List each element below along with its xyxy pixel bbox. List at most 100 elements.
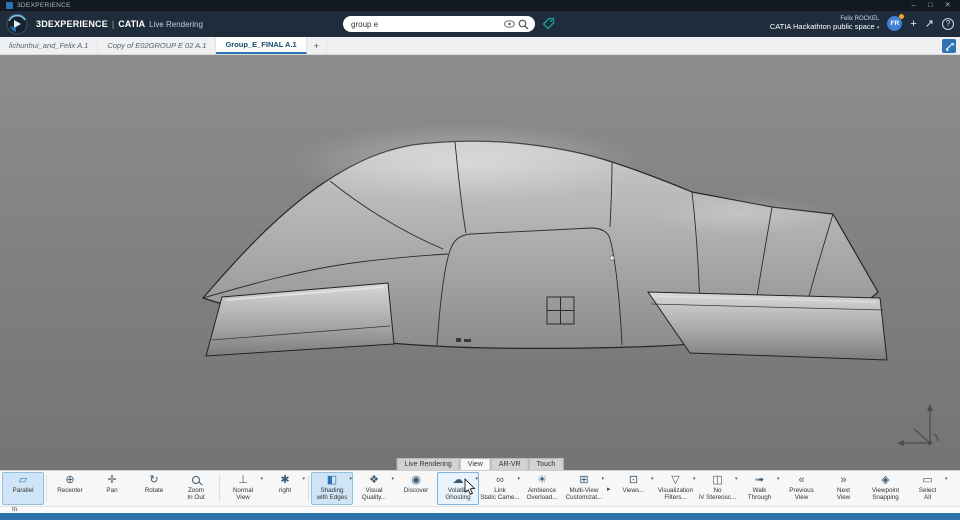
- brand: 3DEXPERIENCE | CATIA Live Rendering: [36, 19, 203, 29]
- share-button[interactable]: ↗: [925, 17, 934, 30]
- avatar-initials: FR: [890, 20, 900, 28]
- multi-view-icon: ⊞: [579, 474, 589, 486]
- workspace-label: CATIA Hackathton public space: [769, 22, 875, 32]
- ghosting-icon: ☁: [452, 474, 464, 486]
- tool-recenter[interactable]: ⊕ Recenter: [49, 472, 91, 505]
- search-icon[interactable]: [518, 19, 529, 30]
- tab-label: Copy of E02GROUP E 02 A.1: [107, 41, 207, 50]
- minimize-button[interactable]: –: [905, 0, 922, 11]
- 3d-scene[interactable]: [0, 55, 960, 470]
- tab-label: AR-VR: [498, 461, 521, 468]
- tool-previous-view[interactable]: « Previous View: [781, 472, 823, 505]
- tab-touch[interactable]: Touch: [528, 458, 564, 470]
- search-input[interactable]: [349, 18, 501, 30]
- tool-next-view[interactable]: » Next View: [823, 472, 865, 505]
- tool-label: No iV Stereosc...: [698, 487, 737, 501]
- tool-shading-with-edges[interactable]: ▾ ◧ Shading with Edges: [311, 472, 353, 505]
- tool-label: Views...: [622, 487, 645, 494]
- chevron-down-icon: ▾: [693, 476, 696, 482]
- door-point-marker[interactable]: [609, 255, 615, 261]
- tool-viewpoint-snapping[interactable]: ◈ Viewpoint Snapping: [865, 472, 907, 505]
- partial-tool-label: In: [12, 507, 18, 513]
- tab-label: lichunhui_and_Felix A.1: [9, 41, 89, 50]
- sill-detail: [464, 339, 471, 342]
- chevron-down-icon: ▾: [391, 476, 394, 482]
- tool-visual-quality[interactable]: ▾ ❖ Visual Quality...: [353, 472, 395, 505]
- help-button[interactable]: ?: [942, 17, 954, 30]
- tool-walk-through[interactable]: ▾ ➟ Walk Through: [739, 472, 781, 505]
- tool-label: Recenter: [57, 487, 83, 494]
- tab-ar-vr[interactable]: AR-VR: [490, 458, 529, 470]
- tool-link-static-camera[interactable]: ▾ ∞ Link Static Came...: [479, 472, 521, 505]
- toolbar-separator: [219, 475, 220, 502]
- eye-icon[interactable]: [504, 20, 515, 28]
- tool-label: Ambience Overload...: [526, 487, 558, 501]
- tool-label: right: [278, 487, 292, 494]
- tool-visualization-filters[interactable]: ▾ ▽ Visualization Filters...: [655, 472, 697, 505]
- tool-views[interactable]: ▾ ⊡ Views...: [613, 472, 655, 505]
- tool-label: Parallel: [12, 487, 34, 494]
- status-strip: [0, 513, 960, 520]
- close-button[interactable]: ✕: [939, 0, 956, 11]
- tab-group-e-final[interactable]: Group_E_FINAL A.1: [216, 37, 307, 54]
- chevron-down-icon: ▾: [475, 476, 478, 482]
- tab-live-rendering[interactable]: Live Rendering: [396, 458, 460, 470]
- chevron-down-icon: ▾: [349, 476, 352, 482]
- avatar[interactable]: FR: [887, 14, 905, 32]
- tool-normal-view[interactable]: ▾ ⊥ Normal View: [222, 472, 264, 505]
- next-icon: »: [840, 474, 847, 486]
- expand-viewport-button[interactable]: [942, 39, 956, 53]
- chevron-down-icon: ▾: [876, 25, 880, 32]
- tool-pan[interactable]: ✛ Pan: [91, 472, 133, 505]
- tool-label: Viewpoint Snapping: [871, 487, 900, 501]
- walk-icon: ➟: [754, 474, 765, 486]
- chevron-down-icon: ▾: [601, 476, 604, 482]
- tool-zoom-in-out[interactable]: Zoom In Out: [175, 472, 217, 505]
- tool-volatile-ghosting[interactable]: ▾ ☁ Volatile Ghosting: [437, 472, 479, 505]
- tool-label: Volatile Ghosting: [445, 487, 471, 501]
- tool-label: Normal View: [232, 487, 254, 501]
- tab-label: View: [467, 461, 483, 468]
- chevron-down-icon: ▾: [260, 476, 263, 482]
- tool-rotate[interactable]: ↻ Rotate: [133, 472, 175, 505]
- tool-label: Previous View: [789, 487, 814, 501]
- toolbar-overflow-chevron[interactable]: ▸: [605, 485, 613, 493]
- maximize-button[interactable]: □: [922, 0, 939, 11]
- window-controls: – □ ✕: [905, 0, 956, 11]
- tab-label: Touch: [536, 461, 556, 468]
- document-tabbar: lichunhui_and_Felix A.1 Copy of E02GROUP…: [0, 37, 960, 55]
- chevron-down-icon: ▾: [735, 476, 738, 482]
- tab-label: Group_E_FINAL A.1: [225, 40, 297, 49]
- chevron-down-icon: ▾: [777, 476, 780, 482]
- tool-view-right[interactable]: ▾ ✱ right: [264, 472, 306, 505]
- app-header: 3DEXPERIENCE | CATIA Live Rendering Feli…: [0, 11, 960, 37]
- tool-multi-view-customization[interactable]: ▾ ⊞ Multi-View Customizat...: [563, 472, 605, 505]
- new-tab-button[interactable]: +: [307, 37, 327, 54]
- snapping-icon: ◈: [881, 474, 890, 486]
- tool-select-all[interactable]: ▾ ▭ Select All: [907, 472, 949, 505]
- brand-divider: |: [111, 19, 115, 29]
- tool-label: Walk Through: [747, 487, 772, 501]
- tool-no-iv-stereoscopy[interactable]: ▾ ◫ No iV Stereosc...: [697, 472, 739, 505]
- tool-parallel[interactable]: ▱ Parallel: [2, 472, 44, 505]
- tab-view[interactable]: View: [459, 458, 491, 470]
- window-titlebar: 3DEXPERIENCE – □ ✕: [0, 0, 960, 11]
- tool-label: Link Static Came...: [480, 487, 520, 501]
- view-star-icon: ✱: [280, 474, 290, 486]
- tag-icon[interactable]: [542, 17, 555, 30]
- chevron-down-icon: ▾: [651, 476, 654, 482]
- tool-ambience-overload[interactable]: ☀ Ambience Overload...: [521, 472, 563, 505]
- tool-discover[interactable]: ◉ Discover: [395, 472, 437, 505]
- compass-icon[interactable]: [6, 13, 28, 35]
- search-bar[interactable]: [343, 16, 535, 32]
- tool-label: Visualization Filters...: [657, 487, 694, 501]
- tab-copy-of-e02group[interactable]: Copy of E02GROUP E 02 A.1: [98, 37, 217, 54]
- workspace-selector[interactable]: CATIA Hackathton public space ▾: [769, 22, 880, 32]
- tab-lichunhui-and-felix[interactable]: lichunhui_and_Felix A.1: [0, 37, 99, 54]
- 3d-viewport[interactable]: Live Rendering View AR-VR Touch: [0, 55, 960, 470]
- stereo-icon: ◫: [712, 474, 723, 486]
- chevron-down-icon: ▾: [945, 476, 948, 482]
- link-camera-icon: ∞: [496, 474, 504, 486]
- tab-label: Live Rendering: [404, 461, 452, 468]
- add-button[interactable]: +: [910, 18, 916, 30]
